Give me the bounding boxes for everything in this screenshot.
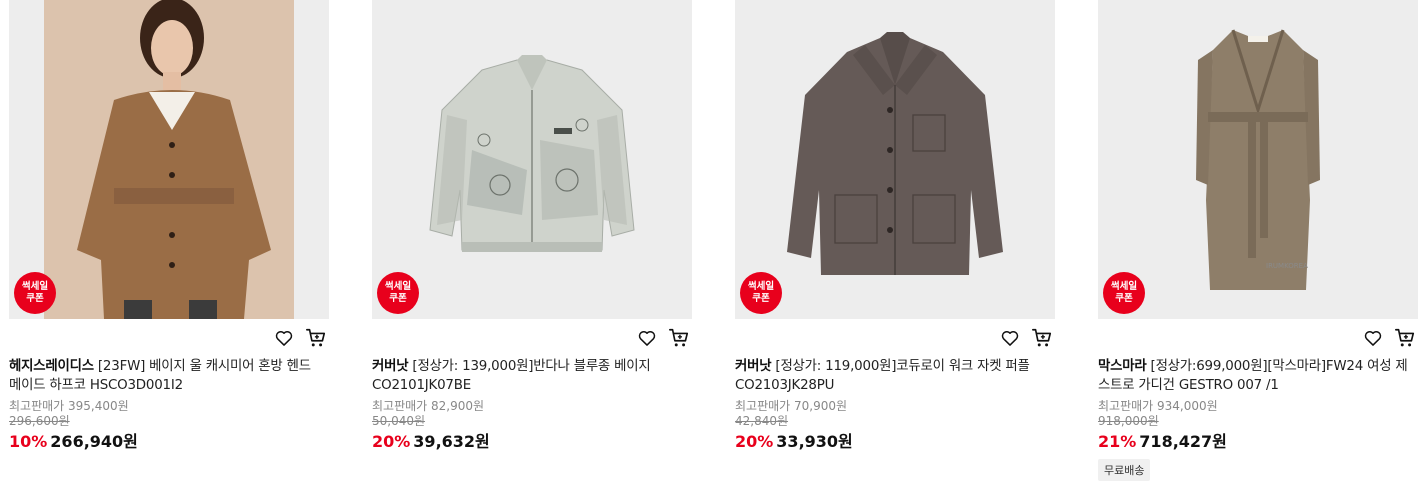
product-card: 썩세일 쿠폰 커버낫 [정상가: 119,000원]코듀로이 워크 자켓 퍼플 … (735, 0, 1055, 453)
original-price: 918,000원 (1098, 414, 1159, 428)
free-shipping-badge: 무료배송 (1098, 459, 1151, 481)
badge-line: 썩세일 (1110, 281, 1138, 292)
sale-price: 266,940원 (50, 432, 138, 451)
flash-sale-coupon-badge: 썩세일 쿠폰 (377, 272, 419, 314)
product-grid: 썩세일 쿠폰 헤지스레이디스 [23FW] 베이지 울 캐시미어 혼방 헨드메이… (0, 0, 1426, 483)
max-price: 최고판매가 395,400원 (9, 399, 129, 413)
sale-price: 33,930원 (776, 432, 853, 451)
badge-line: 썩세일 (384, 281, 412, 292)
original-price: 296,600원 (9, 414, 70, 428)
badge-line: 쿠폰 (1115, 293, 1133, 304)
product-image[interactable]: 썩세일 쿠폰 (372, 0, 692, 319)
jacket-photo (429, 55, 635, 252)
brand-name: 커버낫 (372, 359, 409, 374)
product-card: IRUMKOREA 썩세일 쿠폰 막스마라 [정상가:699,000원][막스마… (1098, 0, 1418, 481)
final-price-row: 21% 718,427원 (1098, 431, 1418, 453)
max-price: 최고판매가 82,900원 (372, 399, 485, 413)
cart-icon[interactable] (1031, 327, 1053, 349)
heart-icon[interactable] (999, 327, 1021, 349)
product-image[interactable]: IRUMKOREA 썩세일 쿠폰 (1098, 0, 1418, 319)
final-price-row: 20% 33,930원 (735, 431, 1055, 453)
product-image[interactable]: 썩세일 쿠폰 (735, 0, 1055, 319)
cart-icon[interactable] (305, 327, 327, 349)
cart-icon[interactable] (668, 327, 690, 349)
discount-rate: 20% (735, 432, 774, 451)
product-title[interactable]: 커버낫 [정상가: 119,000원]코듀로이 워크 자켓 퍼플 CO2103J… (735, 357, 1045, 395)
product-name: [정상가: 119,000원]코듀로이 워크 자켓 퍼플 CO2103JK28P… (735, 359, 1030, 393)
watermark: IRUMKOREA (1266, 262, 1308, 270)
brand-name: 커버낫 (735, 359, 772, 374)
final-price-row: 20% 39,632원 (372, 431, 692, 453)
card-actions (1098, 319, 1418, 357)
original-price: 42,840원 (735, 414, 789, 428)
max-price: 최고판매가 70,900원 (735, 399, 848, 413)
badge-line: 쿠폰 (26, 293, 44, 304)
product-title[interactable]: 헤지스레이디스 [23FW] 베이지 울 캐시미어 혼방 헨드메이드 하프코 H… (9, 357, 319, 395)
product-image[interactable]: 썩세일 쿠폰 (9, 0, 329, 319)
original-price: 50,040원 (372, 414, 426, 428)
brand-name: 막스마라 (1098, 359, 1147, 374)
discount-rate: 21% (1098, 432, 1137, 451)
final-price-row: 10% 266,940원 (9, 431, 329, 453)
discount-rate: 10% (9, 432, 48, 451)
cart-icon[interactable] (1394, 327, 1416, 349)
heart-icon[interactable] (273, 327, 295, 349)
card-actions (735, 319, 1055, 357)
product-card: 썩세일 쿠폰 헤지스레이디스 [23FW] 베이지 울 캐시미어 혼방 헨드메이… (9, 0, 329, 453)
max-price: 최고판매가 934,000원 (1098, 399, 1218, 413)
heart-icon[interactable] (1362, 327, 1384, 349)
product-title[interactable]: 막스마라 [정상가:699,000원][막스마라]FW24 여성 제스트로 가디… (1098, 357, 1408, 395)
sale-price: 718,427원 (1139, 432, 1227, 451)
flash-sale-coupon-badge: 썩세일 쿠폰 (1103, 272, 1145, 314)
product-card: 썩세일 쿠폰 커버낫 [정상가: 139,000원]반다나 블루종 베이지 CO… (372, 0, 692, 453)
badge-line: 쿠폰 (752, 293, 770, 304)
badge-line: 쿠폰 (389, 293, 407, 304)
heart-icon[interactable] (636, 327, 658, 349)
card-actions (372, 319, 692, 357)
discount-rate: 20% (372, 432, 411, 451)
product-name: [정상가: 139,000원]반다나 블루종 베이지 CO2101JK07BE (372, 359, 651, 393)
cardigan-photo: IRUMKOREA (1196, 29, 1320, 290)
jacket-photo (787, 32, 1003, 275)
badge-line: 썩세일 (747, 281, 775, 292)
coat-photo (44, 0, 294, 319)
flash-sale-coupon-badge: 썩세일 쿠폰 (740, 272, 782, 314)
flash-sale-coupon-badge: 썩세일 쿠폰 (14, 272, 56, 314)
product-title[interactable]: 커버낫 [정상가: 139,000원]반다나 블루종 베이지 CO2101JK0… (372, 357, 682, 395)
brand-name: 헤지스레이디스 (9, 359, 94, 374)
sale-price: 39,632원 (413, 432, 490, 451)
card-actions (9, 319, 329, 357)
badge-line: 썩세일 (21, 281, 49, 292)
